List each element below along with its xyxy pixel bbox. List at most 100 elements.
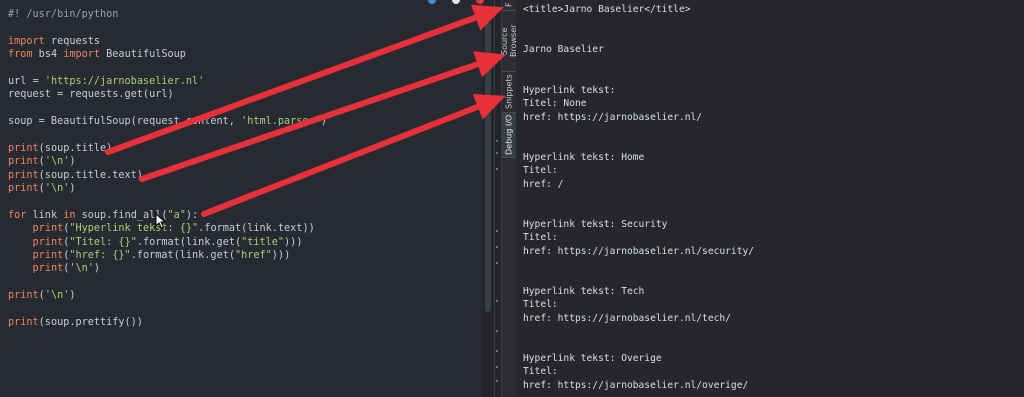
output-tekst-line: Hyperlink tekst: Overige [523, 353, 662, 364]
code-line[interactable]: #! /usr/bin/python [8, 8, 327, 21]
code-token: ) [69, 156, 76, 168]
code-line[interactable] [8, 303, 327, 316]
code-token: print [32, 263, 64, 275]
code-token: print [32, 223, 64, 235]
code-token: bs4 [32, 49, 64, 61]
code-token: soup = BeautifulSoup(request.content, [8, 116, 242, 128]
output-href-line: href: / [523, 178, 564, 190]
code-token: "Titel: {}" [69, 236, 137, 248]
code-line[interactable]: print(soup.title) [8, 142, 327, 155]
code-line[interactable]: print(soup.prettify()) [8, 316, 327, 329]
code-token: .format(link.get( [136, 236, 242, 248]
tab-debug-io[interactable]: Debug I/O [502, 113, 516, 158]
code-token: (soup.title.text) [38, 169, 143, 181]
output-titel-line: Titel: [523, 165, 558, 177]
output-titel-line: Titel: [523, 232, 558, 244]
code-editor[interactable]: #! /usr/bin/python import requests from bs… [0, 0, 482, 397]
code-token: "href: {}" [69, 250, 131, 262]
code-token: .format(link.get( [130, 250, 235, 262]
code-token: "Hyperlink tekst: {}" [69, 223, 199, 235]
output-tekst-line: Hyperlink tekst: Home [523, 152, 645, 163]
code-line[interactable] [8, 276, 327, 289]
code-token: request = requests.get(url) [8, 89, 174, 101]
code-line[interactable]: print('\n') [8, 182, 327, 195]
code-token: #! /usr/bin/python [8, 9, 119, 20]
code-line[interactable] [8, 195, 327, 208]
code-token: from [8, 49, 33, 61]
editor-scrollbar-thumb[interactable] [485, 22, 491, 312]
code-token: ) [93, 263, 101, 275]
code-token: "title" [241, 236, 285, 248]
code-token: '\n' [44, 156, 70, 168]
code-token: (soup.prettify()) [38, 316, 143, 328]
code-token: "a" [167, 209, 186, 221]
output-titel-line: Titel: [523, 366, 558, 378]
code-line[interactable] [8, 102, 327, 115]
code-line[interactable]: request = requests.get(url) [8, 88, 327, 101]
code-token: '\n' [44, 290, 70, 302]
editor-scrollbar[interactable] [482, 0, 494, 397]
output-tekst-line: Hyperlink tekst: [523, 85, 616, 96]
code-token: "href" [234, 250, 272, 262]
code-line[interactable]: print("Titel: {}".format(link.get("title… [8, 236, 327, 249]
code-line[interactable] [8, 21, 327, 34]
code-token: '\n' [69, 263, 94, 275]
code-token: print [8, 142, 39, 154]
code-token: import [63, 49, 101, 61]
code-line[interactable]: print('\n') [8, 289, 327, 302]
output-title-text: Jarno Baselier [523, 44, 604, 55]
code-token: ))) [284, 236, 303, 248]
code-token: import [8, 35, 45, 47]
code-token: ) [69, 183, 76, 195]
code-line[interactable]: import requests [8, 35, 327, 48]
output-tekst-line: Hyperlink tekst: Security [523, 219, 668, 230]
mouse-pointer-icon [155, 213, 165, 229]
code-line[interactable] [8, 129, 327, 142]
code-token: BeautifulSoup [100, 49, 186, 61]
tab-partial[interactable]: F [502, 0, 516, 11]
output-tekst-line: Hyperlink tekst: Tech [523, 286, 645, 297]
output-href-line: href: https://jarnobaselier.nl/security/ [523, 245, 755, 257]
code-token: print [8, 156, 39, 168]
code-token: requests [44, 35, 101, 47]
code-token: 'https://jarnobaselier.nl' [44, 75, 205, 87]
code-line[interactable]: for link in soup.find_all("a"): [8, 209, 327, 222]
code-token: in [63, 209, 76, 221]
code-token: print [32, 236, 64, 248]
code-token: soup.find_all( [75, 209, 168, 221]
code-line[interactable]: print('\n') [8, 262, 327, 275]
code-token: url = [8, 75, 45, 87]
code-token: print [32, 250, 64, 262]
code-token: '\n' [44, 183, 70, 195]
code-token: (soup.title) [38, 142, 113, 154]
tab-source-browser[interactable]: Source Browser [500, 11, 518, 72]
code-line[interactable] [8, 62, 327, 75]
output-href-line: href: https://jarnobaselier.nl/ [523, 111, 703, 123]
code-line[interactable]: print('\n') [8, 155, 327, 168]
code-line[interactable]: url = 'https://jarnobaselier.nl' [8, 75, 327, 88]
code-line[interactable]: print(soup.title.text) [8, 169, 327, 182]
code-token: .format(link.text)) [198, 223, 315, 235]
side-panel-tabs: F Source Browser Snippets Debug I/O [500, 0, 518, 397]
code-token: ) [320, 116, 327, 128]
output-title-tag: <title>Jarno Baselier</title> [523, 4, 691, 15]
code-token: print [8, 183, 39, 195]
output-href-line: href: https://jarnobaselier.nl/tech/ [523, 312, 731, 324]
code-token: ))) [271, 250, 291, 262]
tab-snippets[interactable]: Snippets [502, 72, 516, 113]
code-token: ): [185, 209, 199, 221]
code-line[interactable]: print("href: {}".format(link.get("href")… [8, 249, 327, 262]
code-line[interactable]: from bs4 import BeautifulSoup [8, 48, 327, 61]
code-token: link [26, 209, 64, 221]
code-token: print [8, 169, 39, 181]
debug-output-panel[interactable]: <title>Jarno Baselier</title> Jarno Base… [516, 0, 1024, 397]
code-text[interactable]: #! /usr/bin/python import requests from bs… [8, 8, 327, 329]
code-line[interactable]: soup = BeautifulSoup(request.content, 'h… [8, 115, 327, 128]
output-titel-line: Titel: [523, 299, 558, 311]
code-token: print [8, 290, 39, 302]
code-token: for [8, 209, 27, 221]
code-line[interactable]: print("Hyperlink tekst: {}".format(link.… [8, 222, 327, 235]
